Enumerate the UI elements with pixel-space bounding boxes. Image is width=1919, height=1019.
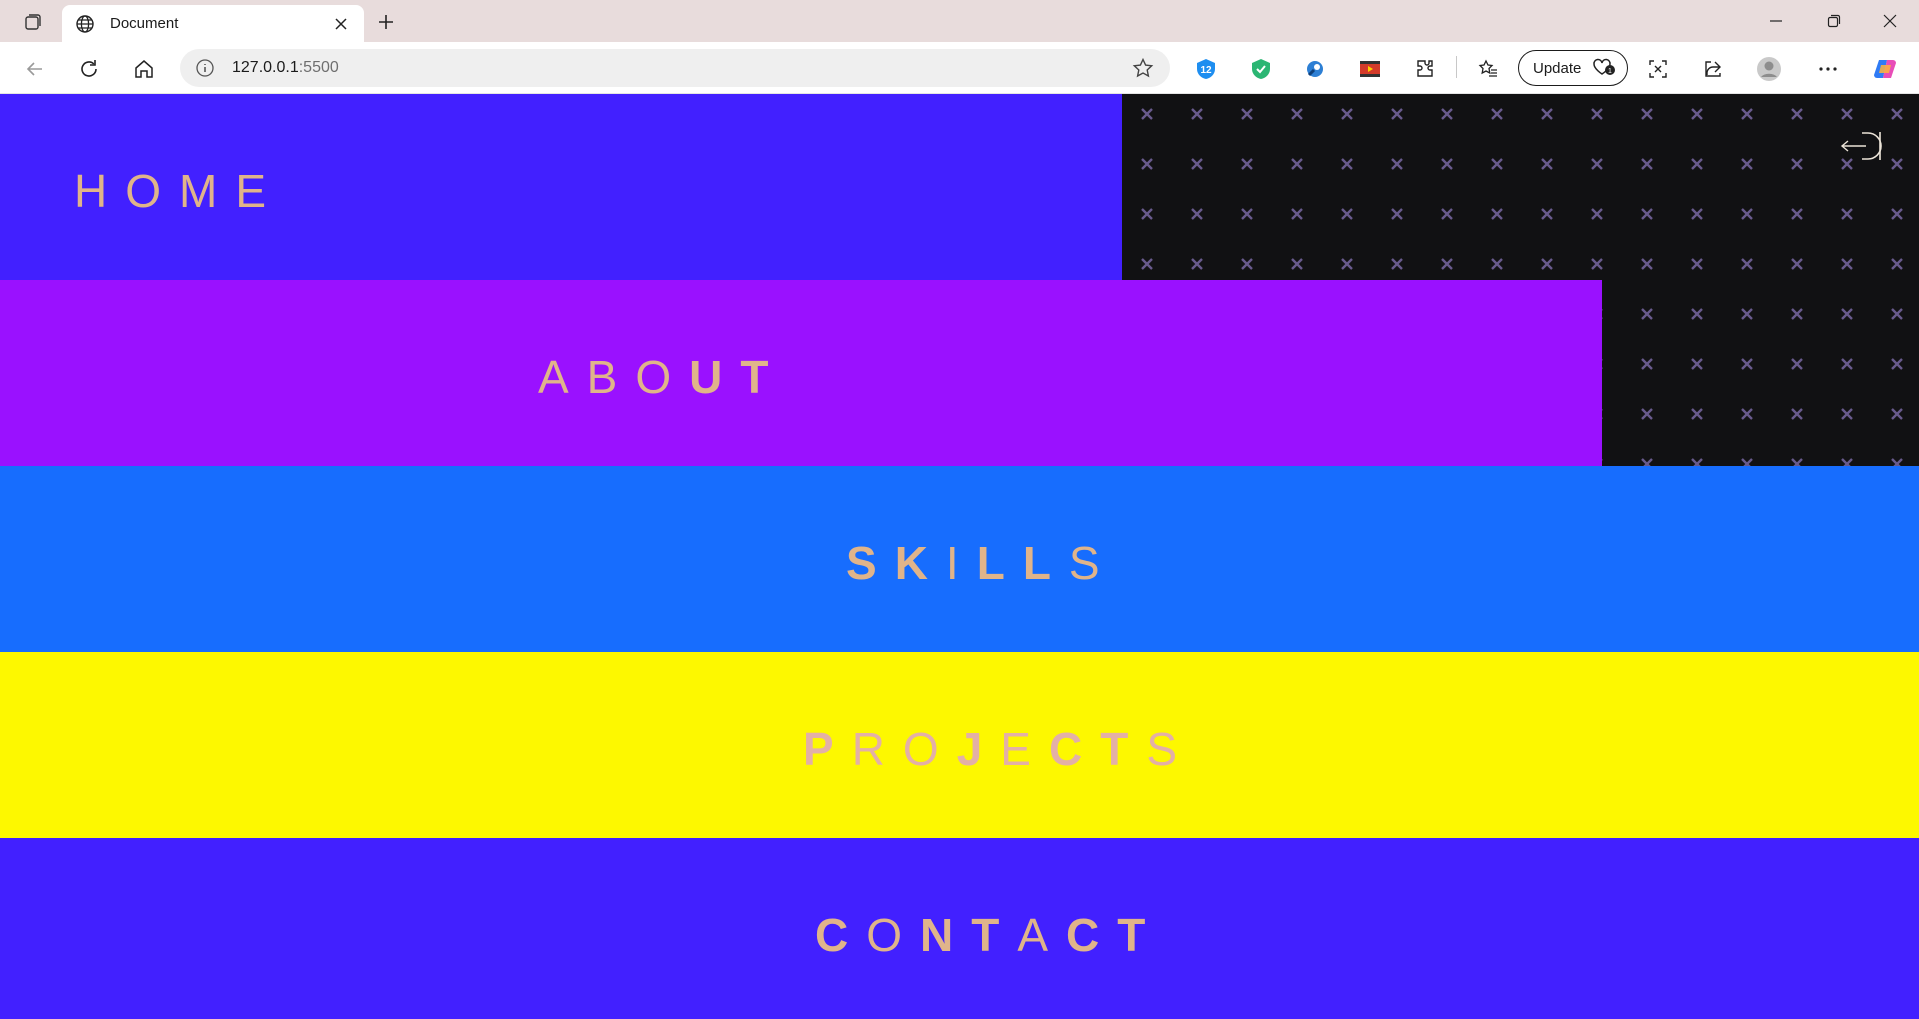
nav-projects[interactable]: PROJECTS	[0, 652, 1919, 838]
nav-skills-letter: S	[1068, 537, 1118, 589]
nav-contact[interactable]: CONTACT	[0, 838, 1919, 1019]
nav-contact-letter: N	[920, 909, 972, 961]
svg-text:1: 1	[1608, 68, 1612, 75]
star-icon[interactable]	[1130, 55, 1156, 81]
nav-projects-letter: O	[902, 723, 957, 775]
heart-badge-icon: 1	[1591, 55, 1617, 81]
nav-contact-letter: T	[971, 909, 1018, 961]
extensions-icon[interactable]	[1410, 54, 1440, 84]
nav-contact-letter: O	[866, 909, 921, 961]
nav-skills-letter: S	[846, 537, 895, 589]
nav-contact-letter: T	[1117, 909, 1164, 961]
svg-text:12: 12	[1200, 65, 1212, 76]
favorites-icon[interactable]	[1473, 54, 1503, 84]
nav-projects-letter: T	[1100, 723, 1147, 775]
nav-skills-label: SKILLS	[846, 536, 1118, 590]
tab-title: Document	[110, 15, 179, 32]
info-icon[interactable]	[194, 57, 216, 79]
back-icon[interactable]	[18, 52, 52, 86]
video-extension-icon[interactable]	[1355, 54, 1385, 84]
nav-home-label: HOME	[74, 165, 284, 217]
nav-contact-letter: C	[815, 909, 867, 961]
nav-projects-letter: C	[1048, 723, 1101, 775]
home-icon[interactable]	[127, 52, 161, 86]
toolbar-divider	[1456, 56, 1457, 78]
restore-icon[interactable]	[1806, 0, 1862, 42]
nav-contact-label: CONTACT	[815, 908, 1163, 962]
url-port: :5500	[298, 59, 339, 76]
browser-toolbar: 127.0.0.1:5500 12 Update 1	[0, 42, 1919, 94]
nav-projects-letter: E	[1000, 723, 1049, 775]
page-viewport: HOME ABOUT SKILLS PROJECTS CONTACT	[0, 94, 1919, 1019]
minimize-icon[interactable]	[1748, 0, 1804, 42]
nav-home[interactable]: HOME	[0, 94, 1122, 280]
nav-about-bold: UT	[689, 351, 787, 403]
profile-icon[interactable]	[1754, 54, 1784, 84]
nav-contact-letter: A	[1017, 909, 1067, 961]
nav-skills-letter: L	[976, 537, 1023, 589]
refresh-icon[interactable]	[72, 52, 106, 86]
nav-about[interactable]: ABOUT	[0, 280, 1602, 466]
share-icon[interactable]	[1698, 54, 1728, 84]
update-button[interactable]: Update 1	[1518, 50, 1628, 86]
nav-about-label: ABOUT	[538, 350, 786, 404]
nav-projects-letter: S	[1146, 723, 1196, 775]
copilot-icon[interactable]	[1870, 54, 1900, 84]
window-close-icon[interactable]	[1862, 0, 1918, 42]
address-bar[interactable]: 127.0.0.1:5500	[180, 49, 1170, 87]
shield-extension-icon[interactable]	[1246, 54, 1276, 84]
tab-actions-icon[interactable]	[14, 8, 52, 36]
nav-skills-letter: I	[945, 537, 977, 589]
more-icon[interactable]	[1813, 54, 1843, 84]
nav-about-light: ABO	[538, 351, 690, 403]
color-extension-icon[interactable]	[1300, 54, 1330, 84]
nav-projects-letter: P	[803, 723, 852, 775]
nav-skills[interactable]: SKILLS	[0, 466, 1919, 652]
nav-projects-label: PROJECTS	[803, 722, 1195, 776]
globe-icon	[74, 13, 96, 35]
screenshot-icon[interactable]	[1643, 54, 1673, 84]
update-label: Update	[1533, 59, 1582, 77]
lastpass-extension-icon[interactable]: 12	[1191, 54, 1221, 84]
nav-projects-letter: R	[851, 723, 903, 775]
nav-skills-letter: K	[894, 537, 946, 589]
nav-projects-letter: J	[956, 723, 1001, 775]
nav-skills-letter: L	[1022, 537, 1069, 589]
title-bar: Document	[0, 0, 1919, 42]
browser-tab[interactable]: Document	[62, 5, 364, 42]
plus-icon[interactable]	[372, 8, 400, 36]
url-text: 127.0.0.1:5500	[232, 59, 1130, 77]
menu-toggle-icon[interactable]	[1840, 130, 1884, 162]
close-icon[interactable]	[330, 13, 352, 35]
url-host: 127.0.0.1	[232, 59, 299, 76]
nav-contact-letter: C	[1066, 909, 1118, 961]
